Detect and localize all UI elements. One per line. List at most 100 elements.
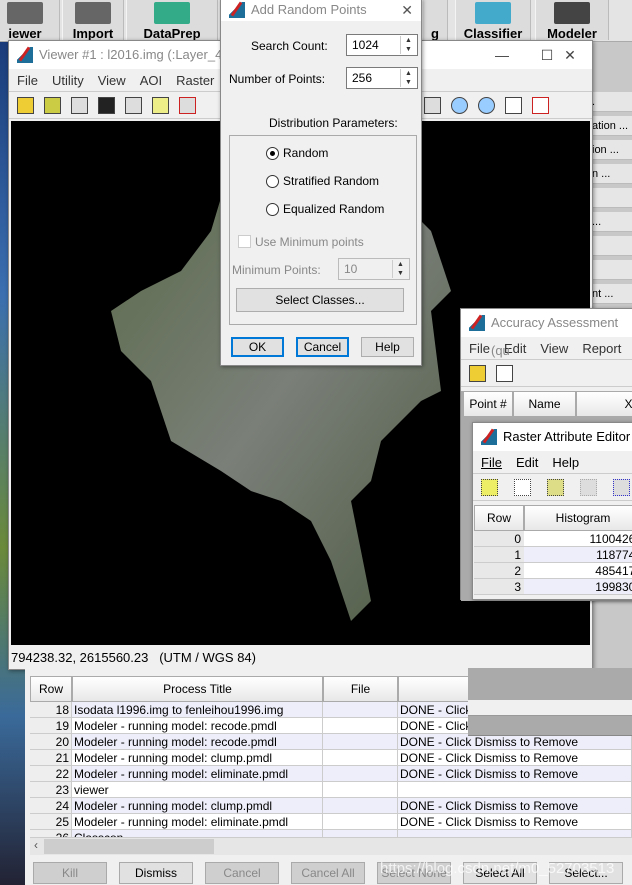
- menu-report[interactable]: Report: [582, 341, 621, 356]
- inquire-cursor-icon[interactable]: [532, 96, 549, 114]
- menu-raster[interactable]: Raster: [176, 73, 214, 88]
- use-min-checkbox[interactable]: Use Minimum points: [238, 235, 364, 249]
- col-process-title[interactable]: Process Title: [72, 676, 323, 702]
- cancel-all-button[interactable]: Cancel All: [291, 862, 365, 884]
- copy-icon[interactable]: [613, 478, 630, 496]
- process-file-cell[interactable]: [323, 830, 398, 838]
- process-status-cell[interactable]: DONE - Click Dismiss to Remove: [398, 798, 632, 814]
- cursor-link-icon[interactable]: [496, 364, 513, 382]
- process-file-cell[interactable]: [323, 702, 398, 718]
- process-title-cell[interactable]: viewer: [72, 782, 323, 798]
- cancel-button[interactable]: Cancel: [205, 862, 279, 884]
- new-layer-icon[interactable]: [44, 96, 61, 114]
- spinner-arrows-icon[interactable]: ▲ ▼: [400, 69, 416, 87]
- modeler-button[interactable]: Modeler: [535, 0, 609, 41]
- side-menu-item[interactable]: [592, 236, 632, 256]
- save-icon[interactable]: [547, 478, 564, 496]
- col-row[interactable]: Row: [30, 676, 72, 702]
- min-points-input[interactable]: 10 ▲ ▼: [338, 258, 410, 280]
- process-row-number[interactable]: 22: [30, 766, 72, 782]
- num-points-input[interactable]: 256 ▲ ▼: [346, 67, 418, 89]
- select-arrow-icon[interactable]: [424, 96, 441, 114]
- process-title-cell[interactable]: Modeler - running model: eliminate.pmdl: [72, 766, 323, 782]
- cancel-button[interactable]: Cancel: [296, 337, 349, 357]
- ok-button[interactable]: OK: [231, 337, 284, 357]
- close-button[interactable]: ✕: [547, 41, 593, 69]
- process-file-cell[interactable]: [323, 766, 398, 782]
- rae-row-index[interactable]: 1: [474, 547, 524, 563]
- rae-row-index[interactable]: 3: [474, 579, 524, 595]
- help-button[interactable]: Help: [361, 337, 414, 357]
- new-icon[interactable]: [514, 478, 531, 496]
- viewer-button[interactable]: iewer: [0, 0, 60, 41]
- print-icon[interactable]: [125, 96, 142, 114]
- process-title-cell[interactable]: Classcon: [72, 830, 323, 838]
- process-file-cell[interactable]: [323, 734, 398, 750]
- rae-row-index[interactable]: 2: [474, 563, 524, 579]
- side-menu-item[interactable]: [592, 188, 632, 208]
- side-menu-item[interactable]: .: [592, 92, 632, 112]
- process-file-cell[interactable]: [323, 718, 398, 734]
- scroll-left-icon[interactable]: ‹: [34, 838, 38, 852]
- process-file-cell[interactable]: [323, 782, 398, 798]
- process-row-number[interactable]: 23: [30, 782, 72, 798]
- select-classes-button[interactable]: Select Classes...: [236, 288, 404, 312]
- process-status-cell[interactable]: DONE - Click Dismiss to Remove: [398, 814, 632, 830]
- info-icon[interactable]: [71, 96, 88, 114]
- col-histogram[interactable]: Histogram: [524, 505, 632, 531]
- col-row[interactable]: Row: [474, 505, 524, 531]
- process-row-number[interactable]: 26: [30, 830, 72, 838]
- col-point[interactable]: Point #: [463, 391, 513, 417]
- menu-aoi[interactable]: AOI: [140, 73, 162, 88]
- process-status-cell[interactable]: [398, 782, 632, 798]
- process-row-number[interactable]: 25: [30, 814, 72, 830]
- process-row-number[interactable]: 20: [30, 734, 72, 750]
- process-row-number[interactable]: 18: [30, 702, 72, 718]
- menu-edit[interactable]: Edit: [516, 455, 538, 470]
- process-title-cell[interactable]: Modeler - running model: recode.pmdl: [72, 734, 323, 750]
- process-file-cell[interactable]: [323, 798, 398, 814]
- side-menu-item[interactable]: ...: [592, 212, 632, 232]
- menu-file[interactable]: File: [481, 455, 502, 470]
- scrollbar-thumb[interactable]: [44, 839, 214, 854]
- process-status-cell[interactable]: DONE - Click Dismiss to Remove: [398, 750, 632, 766]
- col-name[interactable]: Name: [513, 391, 576, 417]
- process-status-cell[interactable]: DONE - Click Dismiss to Remove: [398, 734, 632, 750]
- radio-stratified-random[interactable]: Stratified Random: [266, 174, 379, 188]
- process-row-number[interactable]: 24: [30, 798, 72, 814]
- zoom-out-icon[interactable]: [478, 96, 495, 114]
- menu-view[interactable]: View: [540, 341, 568, 356]
- side-menu-item[interactable]: ion ...: [592, 140, 632, 160]
- eraser-icon[interactable]: [152, 96, 169, 114]
- side-menu-item[interactable]: n ...: [592, 164, 632, 184]
- process-row-number[interactable]: 21: [30, 750, 72, 766]
- search-count-input[interactable]: 1024 ▲ ▼: [346, 34, 418, 56]
- side-menu-item[interactable]: [592, 260, 632, 280]
- dismiss-button[interactable]: Dismiss: [119, 862, 193, 884]
- spinner-arrows-icon[interactable]: ▲ ▼: [400, 36, 416, 54]
- minimize-button[interactable]: —: [479, 41, 525, 69]
- dialog-close-button[interactable]: ✕: [401, 0, 413, 21]
- process-title-cell[interactable]: Modeler - running model: clump.pmdl: [72, 750, 323, 766]
- process-file-cell[interactable]: [323, 814, 398, 830]
- import-button[interactable]: Import: [62, 0, 124, 41]
- process-status-cell[interactable]: [398, 830, 632, 838]
- process-file-cell[interactable]: [323, 750, 398, 766]
- classifier-button[interactable]: Classifier: [455, 0, 531, 41]
- side-menu-item[interactable]: ation ...: [592, 116, 632, 136]
- dataprep-button[interactable]: DataPrep: [126, 0, 218, 41]
- open-icon[interactable]: [17, 96, 34, 114]
- radio-random[interactable]: Random: [266, 146, 328, 160]
- menu-view[interactable]: View: [98, 73, 126, 88]
- process-title-cell[interactable]: Modeler - running model: recode.pmdl: [72, 718, 323, 734]
- horizontal-scrollbar[interactable]: ‹: [30, 838, 632, 855]
- rae-row-index[interactable]: 0: [474, 531, 524, 547]
- rae-histogram-cell[interactable]: 11004267: [524, 531, 632, 547]
- menu-utility[interactable]: Utility: [52, 73, 84, 88]
- menu-file[interactable]: File: [469, 341, 490, 356]
- zoom-in-icon[interactable]: [451, 96, 468, 114]
- process-status-cell[interactable]: DONE - Click Dismiss to Remove: [398, 766, 632, 782]
- rae-histogram-cell[interactable]: 1187748: [524, 547, 632, 563]
- rae-histogram-cell[interactable]: 4854178: [524, 563, 632, 579]
- side-menu-item[interactable]: nt ...: [592, 284, 632, 304]
